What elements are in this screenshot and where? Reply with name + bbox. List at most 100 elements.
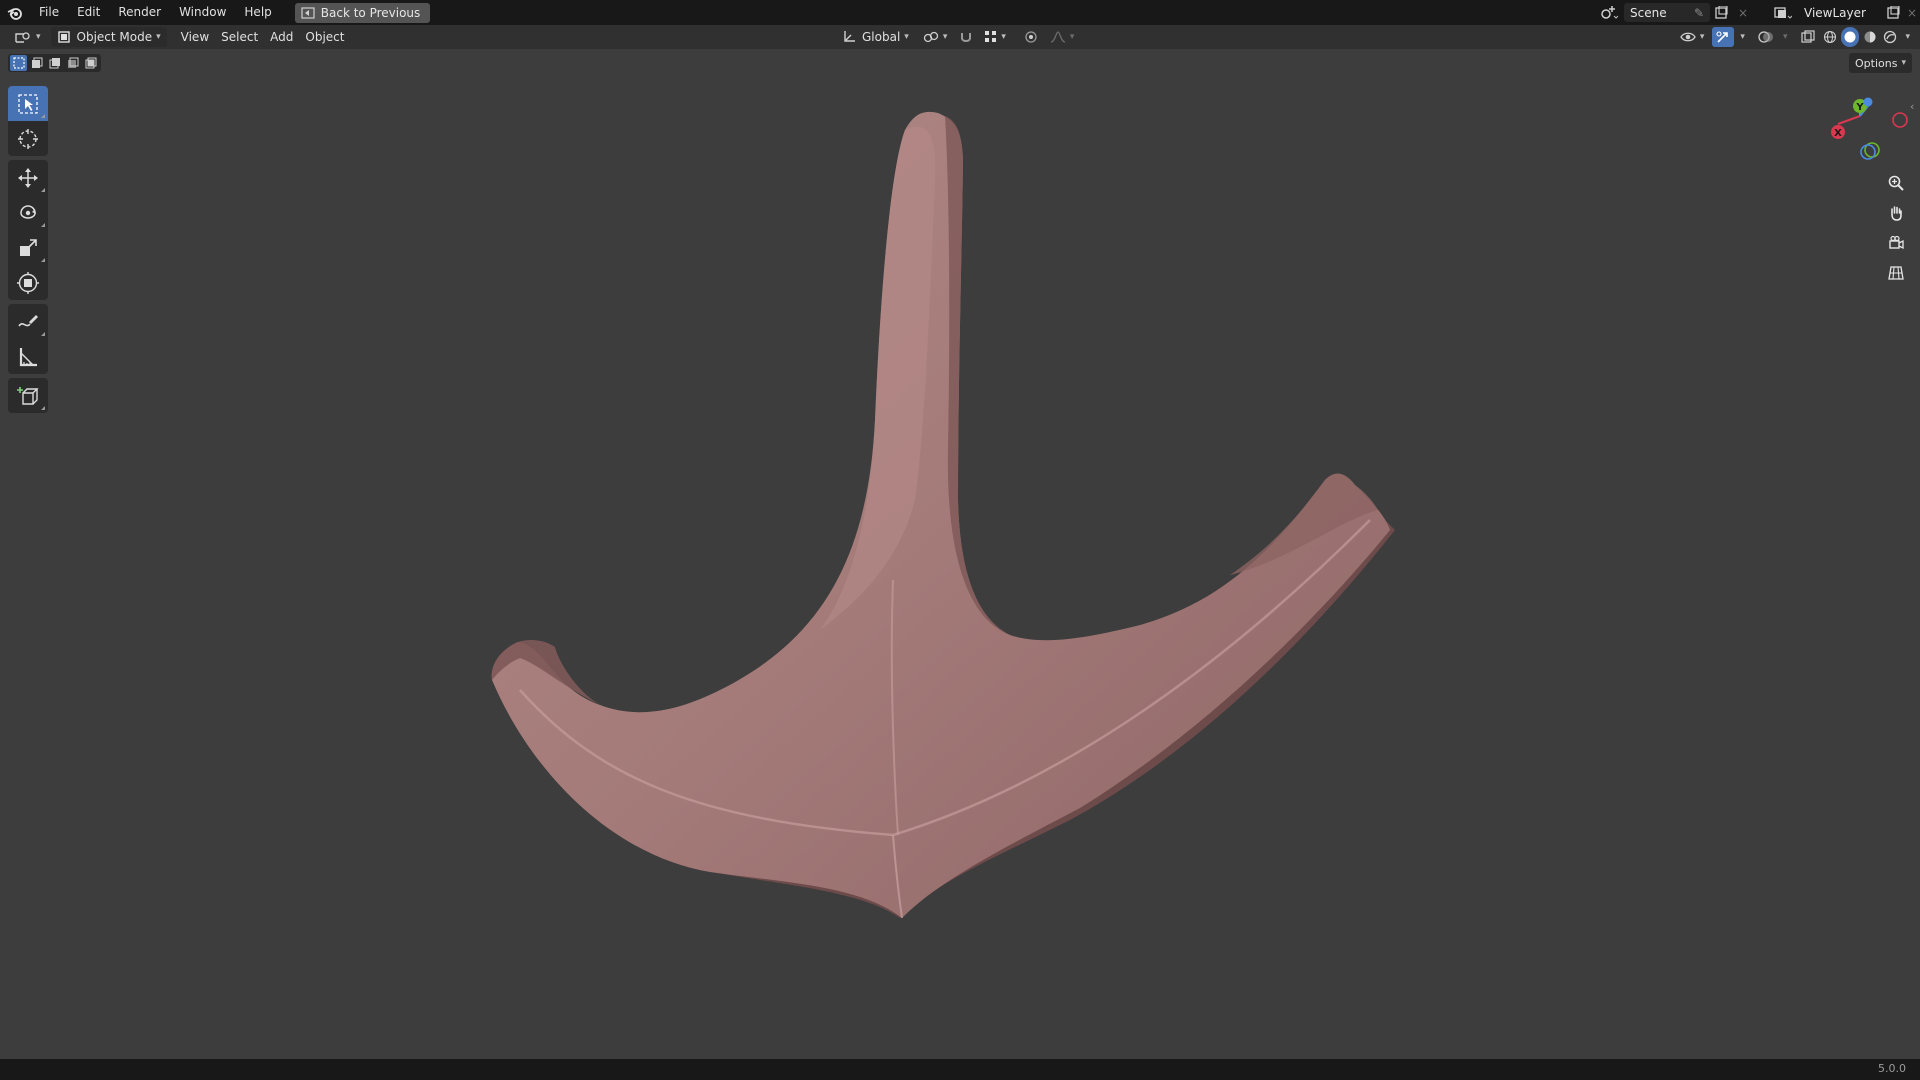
viewport-nav-buttons: [1881, 168, 1911, 288]
back-to-previous-label: Back to Previous: [320, 5, 421, 20]
scene-name: Scene: [1630, 5, 1667, 20]
back-to-previous-button[interactable]: Back to Previous: [294, 2, 431, 23]
top-menu-bar: File Edit Render Window Help Back to Pre…: [0, 0, 1920, 25]
transform-icon: [17, 271, 39, 294]
annotate-tool[interactable]: [8, 304, 48, 339]
snap-target-dropdown[interactable]: ▾: [979, 27, 1012, 47]
move-tool[interactable]: [8, 160, 48, 195]
sidebar-toggle-icon[interactable]: ‹: [1910, 100, 1914, 113]
menu-edit[interactable]: Edit: [68, 0, 109, 25]
visibility-dropdown[interactable]: ▾: [1674, 27, 1711, 47]
chevron-down-icon: ▾: [1699, 32, 1705, 42]
mode-label: Object Mode: [76, 30, 153, 44]
add-cube-tool[interactable]: [8, 378, 48, 413]
chevron-down-icon: ▾: [1001, 32, 1006, 42]
menu-select[interactable]: Select: [215, 27, 264, 47]
rotate-icon: [20, 204, 36, 219]
scene-name-field[interactable]: Scene ✎: [1624, 3, 1710, 22]
transform-orientation-dropdown[interactable]: Global ▾: [836, 27, 915, 47]
menu-window[interactable]: Window: [170, 0, 235, 25]
gizmo-y-label: Y: [1855, 102, 1864, 113]
options-label: Options: [1855, 56, 1898, 70]
cursor-tool[interactable]: [8, 121, 48, 156]
pivot-point-dropdown[interactable]: ▾: [917, 27, 954, 47]
perspective-toggle-icon[interactable]: [1881, 258, 1911, 288]
view-layer-field[interactable]: ViewLayer: [1798, 3, 1882, 22]
gizmo-z-axis[interactable]: [1863, 97, 1873, 107]
eye-icon: [1680, 32, 1696, 42]
view-layer-browse-icon[interactable]: [1768, 2, 1798, 24]
menu-help[interactable]: Help: [235, 0, 280, 25]
tool-shelf: [8, 86, 48, 417]
menu-object[interactable]: Object: [299, 27, 350, 47]
select-mode-intersect-icon[interactable]: [82, 55, 99, 71]
chevron-down-icon: ▾: [1069, 32, 1075, 42]
top-right-selectors: Scene ✎ × ViewLayer ×: [1594, 0, 1920, 25]
menu-add[interactable]: Add: [264, 27, 299, 47]
chevron-down-icon[interactable]: ▾: [1740, 32, 1745, 42]
new-scene-icon[interactable]: [1710, 2, 1732, 24]
scale-tool[interactable]: [8, 230, 48, 265]
selection-mode-buttons: [8, 54, 101, 72]
menu-view[interactable]: View: [175, 27, 215, 47]
transform-controls: Global ▾ ▾ ▾ ▾: [836, 27, 1080, 47]
new-view-layer-icon[interactable]: [1882, 2, 1904, 24]
proportional-editing-icon[interactable]: [1020, 27, 1042, 47]
select-box-icon: [18, 93, 38, 114]
select-mode-new-icon[interactable]: [10, 55, 27, 71]
xray-toggle-icon[interactable]: [1797, 27, 1819, 47]
shading-rendered-icon[interactable]: [1881, 27, 1899, 47]
delete-scene-icon[interactable]: ×: [1732, 2, 1754, 24]
chevron-down-icon: ▾: [156, 32, 161, 42]
select-mode-subtract-icon[interactable]: [46, 55, 63, 71]
measure-tool[interactable]: [8, 339, 48, 374]
shading-wireframe-icon[interactable]: [1821, 27, 1839, 47]
chevron-down-icon[interactable]: ▾: [1783, 32, 1788, 42]
gizmo-toggle-icon[interactable]: [1712, 27, 1735, 47]
tool-group-annotate: [8, 304, 48, 374]
pin-icon[interactable]: ✎: [1694, 6, 1704, 20]
overlays-toggle-icon[interactable]: [1755, 27, 1777, 47]
select-mode-extend-icon[interactable]: [28, 55, 45, 71]
pan-hand-icon[interactable]: [1881, 198, 1911, 228]
gizmo-neg-x-axis[interactable]: [1892, 112, 1908, 128]
chevron-down-icon: ▾: [36, 32, 41, 42]
navigation-gizmo[interactable]: Y X: [1820, 90, 1920, 170]
zoom-icon[interactable]: [1881, 168, 1911, 198]
shading-solid-icon[interactable]: [1841, 27, 1860, 47]
transform-tool[interactable]: [8, 265, 48, 300]
orientation-axes-icon: [844, 31, 855, 42]
menu-render[interactable]: Render: [109, 0, 170, 25]
select-box-tool[interactable]: [8, 86, 48, 121]
shading-material-icon[interactable]: [1861, 27, 1879, 47]
back-screen-icon: [301, 6, 315, 19]
annotate-pencil-icon: [18, 314, 38, 327]
scene-browse-icon[interactable]: [1594, 2, 1624, 24]
view-layer-name: ViewLayer: [1804, 5, 1866, 20]
tool-group-add: [8, 378, 48, 413]
falloff-dropdown[interactable]: ▾: [1044, 27, 1081, 47]
gizmo-neg-z-axis[interactable]: [1860, 144, 1876, 160]
rotate-tool[interactable]: [8, 195, 48, 230]
scale-icon: [20, 238, 37, 256]
viewport-display-controls: ▾ ▾ ▾ ▾: [1674, 27, 1910, 47]
delete-view-layer-icon[interactable]: ×: [1904, 2, 1920, 24]
anchor-mesh-object[interactable]: [0, 0, 1920, 1080]
object-mode-icon: [57, 31, 70, 43]
viewport-header: ▾ Object Mode ▾ View Select Add Object G…: [0, 25, 1920, 49]
blender-logo-icon[interactable]: [0, 0, 30, 25]
version-label: 5.0.0: [1878, 1062, 1906, 1075]
select-mode-invert-icon[interactable]: [64, 55, 81, 71]
falloff-curve-icon: [1050, 31, 1066, 43]
status-bar: 5.0.0: [0, 1059, 1920, 1080]
menu-file[interactable]: File: [30, 0, 68, 25]
snap-toggle-icon[interactable]: [955, 27, 977, 47]
gizmo-x-label: X: [1834, 128, 1842, 139]
camera-view-icon[interactable]: [1881, 228, 1911, 258]
mode-dropdown[interactable]: Object Mode ▾: [50, 27, 167, 47]
measure-ruler-icon: [19, 347, 37, 366]
editor-type-dropdown[interactable]: ▾: [8, 27, 47, 47]
3d-viewport-icon: [15, 32, 30, 43]
options-dropdown[interactable]: Options ▾: [1849, 53, 1912, 73]
chevron-down-icon[interactable]: ▾: [1905, 32, 1910, 42]
